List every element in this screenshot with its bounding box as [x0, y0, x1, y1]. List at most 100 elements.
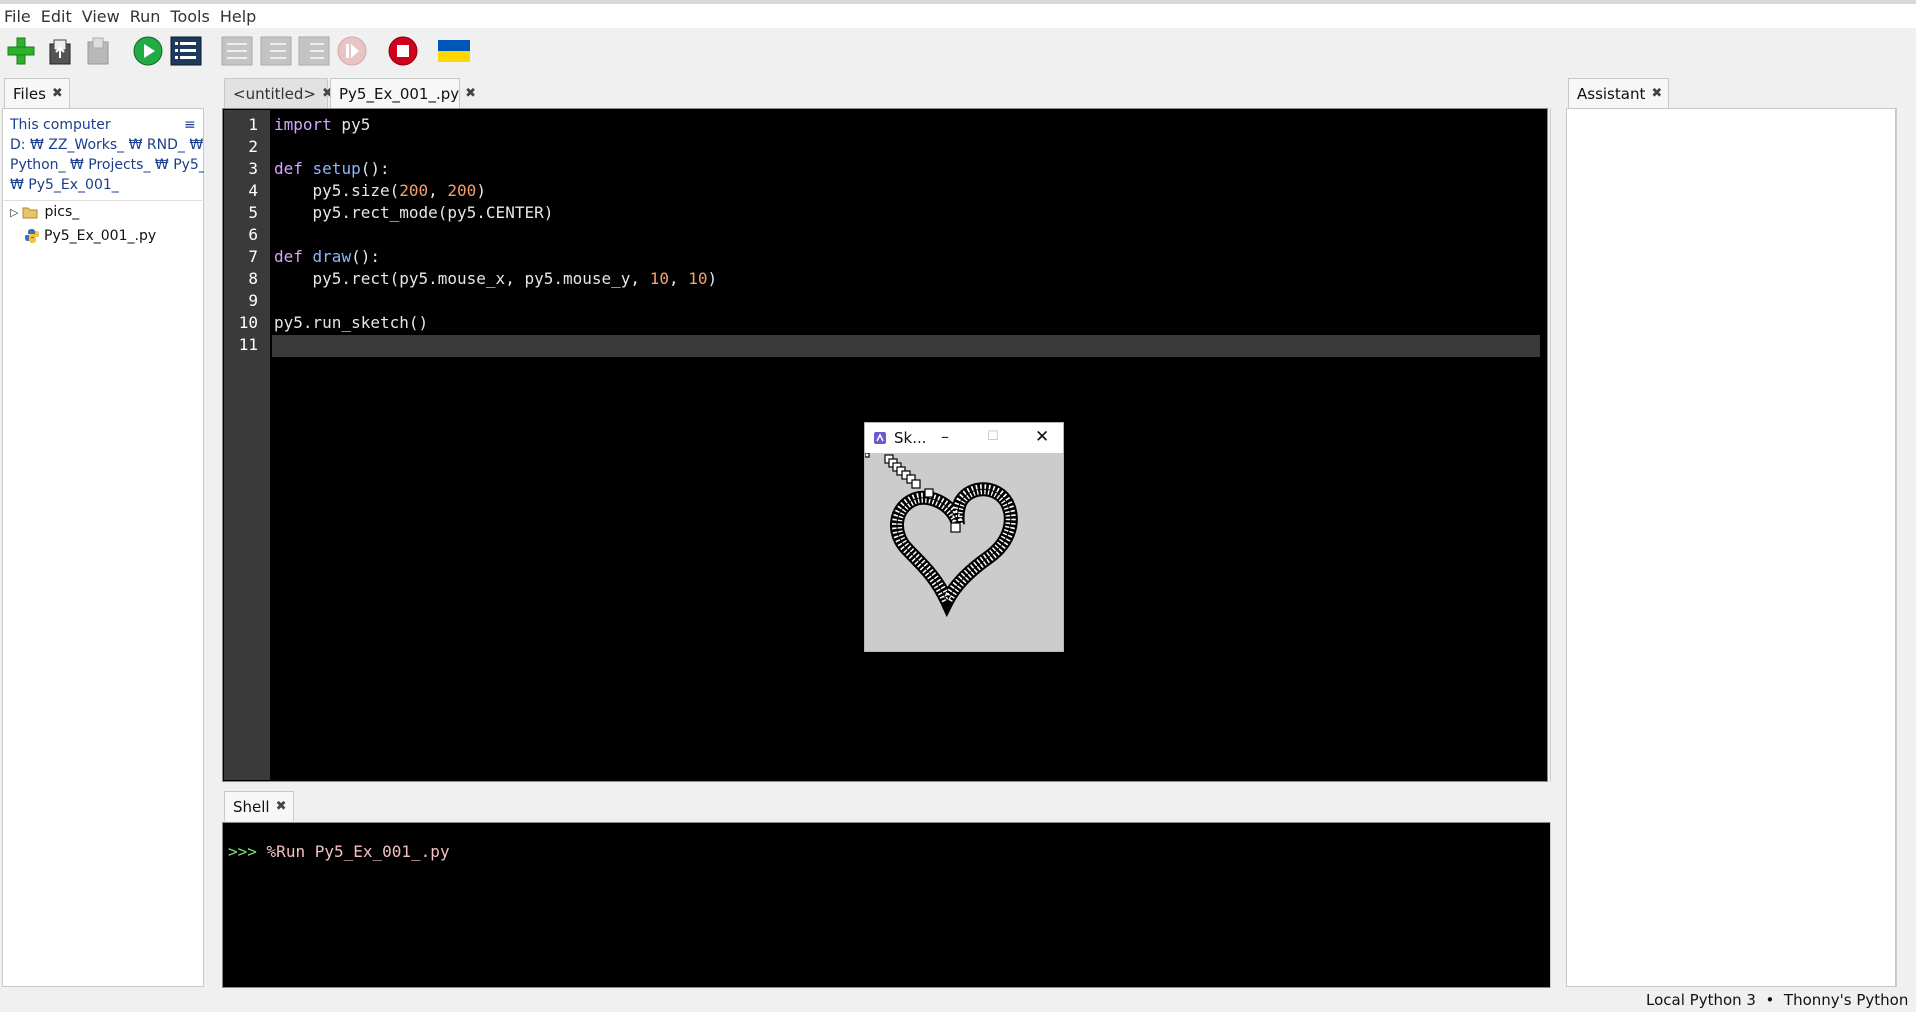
tab-shell-label: Shell	[233, 797, 270, 816]
shell-prompt: >>>	[228, 842, 257, 861]
interpreter-label: Local Python 3	[1646, 991, 1756, 1009]
path-segment[interactable]: D: ₩ ZZ_Works_ ₩ RND_ ₩	[10, 137, 203, 153]
editor-scrollbar[interactable]	[1550, 108, 1560, 782]
shell-scrollbar[interactable]	[1550, 822, 1560, 988]
assistant-panel	[1566, 108, 1896, 987]
tree-item-label: pics_	[44, 204, 80, 220]
files-scrollbar[interactable]	[204, 108, 214, 987]
step-into-button[interactable]	[259, 34, 293, 68]
code-line: import py5	[274, 115, 370, 134]
heart-drawing	[864, 452, 1018, 618]
save-file-icon	[87, 37, 109, 65]
tree-item-file[interactable]: Py5_Ex_001_.py	[24, 228, 156, 244]
tab-shell[interactable]: Shell ✖	[224, 791, 294, 821]
close-icon[interactable]: ✖	[1651, 86, 1662, 101]
tab-files[interactable]: Files ✖	[4, 78, 70, 108]
path-segment[interactable]: Python_ ₩ Projects_ ₩ Py5_	[10, 157, 206, 173]
line-number: 1	[248, 115, 258, 134]
menu-file[interactable]: File	[0, 7, 37, 26]
code-function-name: draw	[302, 247, 352, 266]
debug-button[interactable]	[169, 34, 203, 68]
tab-assistant-label: Assistant	[1577, 84, 1646, 103]
code-text: )	[476, 181, 486, 200]
code-number: 10	[688, 269, 708, 288]
maximize-icon[interactable]: ☐	[987, 429, 999, 444]
code-line: py5.rect(py5.mouse_x, py5.mouse_y, 10, 1…	[274, 269, 718, 288]
code-keyword: import	[274, 115, 332, 134]
code-keyword: def	[274, 159, 303, 178]
step-out-button[interactable]	[297, 34, 331, 68]
close-icon[interactable]: ✖	[52, 86, 63, 101]
close-icon[interactable]: ✖	[465, 86, 476, 101]
sketch-titlebar[interactable]: Sk... – ☐ ✕	[865, 423, 1063, 453]
line-number: 6	[248, 225, 258, 244]
assistant-scrollbar[interactable]	[1896, 108, 1906, 987]
close-icon[interactable]: ✕	[1035, 427, 1049, 447]
line-number: 8	[248, 269, 258, 288]
line-number: 10	[238, 313, 258, 332]
status-separator: •	[1765, 991, 1775, 1009]
step-over-button[interactable]	[220, 34, 254, 68]
expand-arrow-icon[interactable]: ▷	[10, 206, 18, 219]
line-number: 4	[248, 181, 258, 200]
line-number: 5	[248, 203, 258, 222]
step-out-icon	[298, 36, 330, 66]
code-number: 10	[649, 269, 669, 288]
tab-assistant[interactable]: Assistant ✖	[1568, 78, 1670, 108]
interpreter-selector[interactable]: Local Python 3 • Thonny's Python ≡	[1646, 991, 1916, 1009]
stop-icon	[388, 36, 418, 66]
resume-icon	[337, 36, 367, 66]
ukraine-flag-icon	[438, 40, 470, 62]
menu-view[interactable]: View	[78, 7, 126, 26]
resume-button[interactable]	[335, 34, 369, 68]
line-number: 7	[248, 247, 258, 266]
menu-tools[interactable]: Tools	[166, 7, 215, 26]
new-file-icon	[7, 37, 35, 65]
hamburger-icon[interactable]: ≡	[184, 117, 196, 133]
code-line: py5.rect_mode(py5.CENTER)	[274, 203, 554, 222]
line-number: 9	[248, 291, 258, 310]
code-keyword: def	[274, 247, 303, 266]
tab-py5-ex-001[interactable]: Py5_Ex_001_.py ✖	[330, 78, 476, 108]
folder-icon	[22, 207, 38, 219]
path-segment[interactable]: ₩ Py5_Ex_001_	[10, 177, 119, 193]
tree-item-folder[interactable]: ▷ pics_	[10, 204, 79, 220]
sketch-canvas[interactable]	[864, 452, 1063, 651]
tab-py5-ex-001-label: Py5_Ex_001_.py	[339, 84, 460, 103]
code-line: py5.size(200, 200)	[274, 181, 486, 200]
code-function-name: setup	[302, 159, 361, 178]
close-icon[interactable]: ✖	[276, 799, 287, 814]
code-line: def draw():	[274, 247, 380, 266]
sketch-title: Sk...	[894, 429, 927, 447]
ukraine-flag-button[interactable]	[437, 34, 471, 68]
menu-run[interactable]: Run	[126, 7, 167, 26]
code-number: 200	[447, 181, 477, 200]
location-label[interactable]: This computer	[10, 117, 111, 133]
shell-command: %Run Py5_Ex_001_.py	[266, 842, 450, 861]
code-text: py5.rect(py5.mouse_x, py5.mouse_y,	[274, 269, 650, 288]
open-file-button[interactable]	[43, 34, 77, 68]
tab-untitled[interactable]: <untitled> ✖	[224, 78, 333, 108]
code-text: ,	[668, 269, 689, 288]
code-text: py5.size(	[274, 181, 400, 200]
status-bar	[0, 988, 1916, 1012]
minimize-icon[interactable]: –	[941, 427, 949, 446]
code-text: ,	[428, 181, 448, 200]
code-line: py5.run_sketch()	[274, 313, 429, 332]
code-text: )	[707, 269, 718, 288]
step-into-icon	[260, 36, 292, 66]
run-button[interactable]	[131, 34, 165, 68]
current-line-highlight	[272, 335, 1540, 357]
tab-files-label: Files	[13, 84, 46, 103]
stop-button[interactable]	[386, 34, 420, 68]
sketch-window[interactable]: Sk... – ☐ ✕	[864, 422, 1064, 652]
step-over-icon	[221, 36, 253, 66]
new-file-button[interactable]	[4, 34, 38, 68]
menu-edit[interactable]: Edit	[37, 7, 78, 26]
interpreter-name: Thonny's Python	[1783, 991, 1909, 1009]
python-file-icon	[25, 229, 39, 243]
save-file-button[interactable]	[81, 34, 115, 68]
menu-help[interactable]: Help	[216, 7, 262, 26]
debug-icon	[170, 36, 202, 66]
code-text: ():	[360, 159, 390, 178]
